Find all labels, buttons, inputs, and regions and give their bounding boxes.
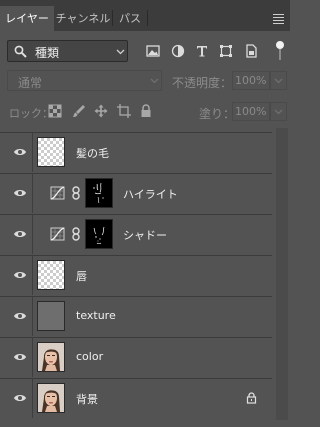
lock-all-icon[interactable]: [139, 104, 153, 118]
opacity-dropdown-button[interactable]: [270, 71, 287, 90]
smart-object-filter-icon[interactable]: [244, 44, 258, 58]
layer-lock-icon[interactable]: [246, 392, 257, 404]
tab-layers[interactable]: レイヤー: [0, 6, 54, 31]
fill-value: 100%: [235, 105, 267, 118]
fill-field[interactable]: 100%: [232, 102, 270, 121]
layers-list: 髪の毛 ハイライト シャドー 唇 texture color 背景: [0, 128, 290, 427]
tab-channels[interactable]: チャンネル: [54, 6, 112, 31]
mask-link-icon[interactable]: [72, 186, 80, 200]
lock-artboard-icon[interactable]: [117, 104, 131, 118]
curves-adjustment-icon[interactable]: [50, 186, 65, 200]
layer-row[interactable]: ハイライト: [0, 173, 272, 213]
mask-link-icon[interactable]: [72, 227, 80, 241]
chevron-down-icon: [150, 78, 159, 84]
lock-row: ロック： 塗り： 100%: [0, 101, 290, 123]
portrait-icon: [38, 343, 64, 371]
fill-dropdown-button[interactable]: [270, 102, 287, 121]
layer-row[interactable]: 背景: [0, 378, 272, 418]
layer-thumbnail[interactable]: [37, 260, 65, 290]
layer-name[interactable]: シャドー: [123, 227, 167, 243]
filter-kind-select[interactable]: 種類: [7, 40, 128, 62]
mask-pattern-icon: [93, 182, 104, 204]
tab-paths[interactable]: パス: [113, 6, 147, 31]
layer-row[interactable]: 髪の毛: [0, 132, 272, 172]
blend-mode-select[interactable]: 通常: [7, 70, 162, 91]
layer-thumbnail[interactable]: [37, 342, 65, 372]
opacity-label: 不透明度：: [172, 76, 233, 90]
blend-row: 通常 不透明度： 100%: [0, 70, 290, 92]
chevron-down-icon: [274, 78, 283, 84]
lock-transparent-icon[interactable]: [48, 104, 62, 118]
fill-label: 塗り：: [199, 107, 236, 121]
column-divider: [32, 174, 33, 213]
layer-name[interactable]: texture: [76, 309, 116, 322]
layer-thumbnail[interactable]: [37, 137, 65, 167]
layer-name[interactable]: color: [76, 350, 103, 363]
layer-name[interactable]: 髪の毛: [76, 145, 109, 161]
column-divider: [32, 256, 33, 295]
lock-paint-icon[interactable]: [72, 104, 86, 118]
panel-menu-icon[interactable]: [273, 14, 284, 26]
visibility-eye-icon[interactable]: [13, 311, 27, 321]
column-divider: [32, 379, 33, 418]
adjustment-filter-icon[interactable]: [171, 44, 185, 58]
opacity-value: 100%: [235, 74, 267, 87]
lock-label: ロック：: [9, 107, 53, 120]
opacity-field[interactable]: 100%: [232, 71, 270, 90]
visibility-eye-icon[interactable]: [13, 352, 27, 362]
column-divider: [32, 133, 33, 172]
visibility-eye-icon[interactable]: [13, 270, 27, 280]
layer-mask-thumbnail[interactable]: [85, 178, 113, 208]
filter-toggle-icon[interactable]: [274, 40, 286, 62]
filter-kind-label: 種類: [35, 46, 60, 60]
layer-row[interactable]: 唇: [0, 255, 272, 295]
column-divider: [32, 297, 33, 336]
chevron-down-icon: [274, 109, 283, 115]
tab-divider: [147, 10, 148, 26]
visibility-eye-icon[interactable]: [13, 229, 27, 239]
layer-name[interactable]: ハイライト: [123, 186, 178, 202]
mask-pattern-icon: [93, 226, 105, 245]
pixel-filter-icon[interactable]: [146, 44, 160, 58]
layer-name[interactable]: 唇: [76, 268, 87, 284]
layer-row[interactable]: texture: [0, 296, 272, 336]
layer-mask-thumbnail[interactable]: [85, 219, 113, 249]
shape-filter-icon[interactable]: [219, 44, 233, 58]
portrait-icon: [38, 384, 64, 412]
layer-row[interactable]: シャドー: [0, 214, 272, 254]
column-divider: [32, 338, 33, 377]
layer-name[interactable]: 背景: [76, 391, 98, 407]
visibility-eye-icon[interactable]: [13, 147, 27, 157]
lock-move-icon[interactable]: [94, 104, 108, 118]
layer-thumbnail[interactable]: [37, 383, 65, 413]
visibility-eye-icon[interactable]: [13, 393, 27, 403]
chevron-down-icon: [116, 49, 125, 55]
layer-thumbnail[interactable]: [37, 301, 65, 331]
search-icon: [14, 45, 27, 58]
curves-adjustment-icon[interactable]: [50, 227, 65, 241]
layers-scrollbar[interactable]: [276, 128, 288, 420]
panel-tab-bar: レイヤー チャンネル パス: [0, 0, 290, 31]
layer-filter-row: 種類: [0, 40, 290, 64]
layer-row[interactable]: color: [0, 337, 272, 377]
type-filter-icon[interactable]: [195, 44, 209, 58]
blend-mode-value: 通常: [18, 76, 43, 90]
column-divider: [32, 215, 33, 254]
visibility-eye-icon[interactable]: [13, 188, 27, 198]
